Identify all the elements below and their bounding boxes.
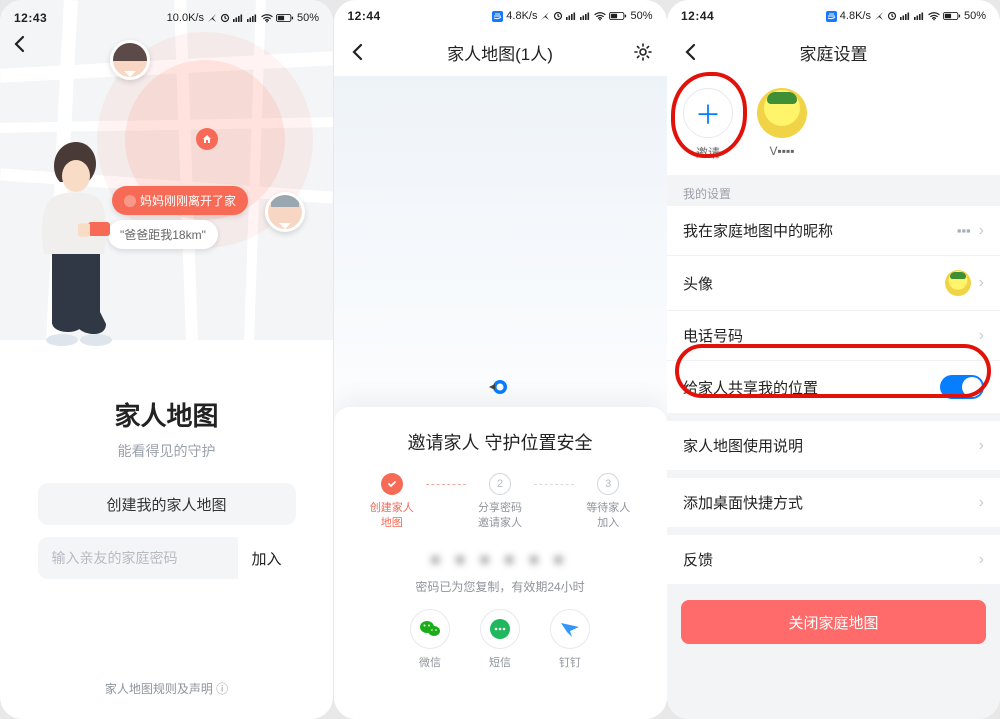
sms-icon bbox=[488, 617, 512, 641]
share-location-toggle[interactable] bbox=[940, 375, 984, 399]
invite-panel: 邀请家人 守护位置安全 创建家人 地图 2 分享密码 邀请家人 3 等待家人 加… bbox=[334, 407, 667, 719]
back-button[interactable] bbox=[346, 40, 370, 64]
step-3: 3 等待家人 加入 bbox=[574, 473, 643, 531]
cell-nickname[interactable]: 我在家庭地图中的昵称 ▪▪▪› bbox=[667, 206, 1000, 255]
cell-share-location: 给家人共享我的位置 bbox=[667, 360, 1000, 413]
alarm-icon bbox=[220, 13, 230, 23]
status-indicators: 4.8K/s 50% bbox=[826, 10, 986, 22]
nav-bar: 家人地图(1人) bbox=[334, 28, 667, 76]
cell-help[interactable]: 家人地图使用说明 › bbox=[667, 421, 1000, 470]
password-hint: 密码已为您复制，有效期24小时 bbox=[358, 578, 643, 595]
share-wechat-button[interactable]: 微信 bbox=[410, 609, 450, 670]
hero-illustration: 妈妈刚刚离开了家 "爸爸距我18km" bbox=[0, 0, 333, 340]
signal2-icon bbox=[247, 13, 258, 23]
page-title: 家人地图 bbox=[114, 396, 218, 433]
chevron-right-icon: › bbox=[979, 437, 984, 455]
wechat-icon bbox=[418, 617, 442, 641]
status-time: 12:43 bbox=[14, 11, 47, 25]
back-button[interactable] bbox=[679, 40, 703, 64]
nav-title: 家人地图(1人) bbox=[447, 40, 553, 65]
wifi-icon bbox=[261, 13, 273, 23]
step-2: 2 分享密码 邀请家人 bbox=[466, 473, 535, 531]
page-subtitle: 能看得见的守护 bbox=[118, 441, 216, 461]
location-icon bbox=[207, 13, 217, 23]
my-location-marker bbox=[489, 376, 511, 398]
woman-illustration bbox=[10, 130, 130, 350]
cell-feedback[interactable]: 反馈 › bbox=[667, 535, 1000, 584]
dad-avatar-pin bbox=[265, 192, 305, 232]
chevron-right-icon: › bbox=[979, 494, 984, 512]
home-pin-icon bbox=[196, 128, 218, 150]
family-password-input[interactable]: 输入亲友的家庭密码 bbox=[38, 548, 238, 568]
chevron-right-icon: › bbox=[979, 274, 984, 292]
mom-avatar-pin bbox=[110, 40, 150, 80]
nav-bar: 家庭设置 bbox=[667, 28, 1000, 76]
chevron-right-icon: › bbox=[979, 551, 984, 569]
member-avatar[interactable]: V▪▪▪▪ bbox=[757, 88, 807, 161]
gear-icon bbox=[633, 42, 653, 62]
invite-member-button[interactable]: ＋ 邀请 bbox=[683, 88, 733, 161]
bubble-mom-left-home: 妈妈刚刚离开了家 bbox=[112, 186, 248, 215]
avatar-icon bbox=[757, 88, 807, 138]
cell-phone[interactable]: 电话号码 › bbox=[667, 310, 1000, 360]
status-bar: 12:43 10.0K/s 50% bbox=[0, 4, 333, 32]
battery-icon bbox=[276, 13, 294, 23]
screen-invite-family: 12:44 4.8K/s 50% 家人地图(1人) 邀 bbox=[334, 0, 667, 719]
create-family-map-button[interactable]: 创建我的家人地图 bbox=[38, 483, 296, 525]
status-indicators: 10.0K/s 50% bbox=[167, 12, 319, 24]
screen-family-map-intro: 妈妈刚刚离开了家 "爸爸距我18km" 12:43 10.0K/s bbox=[0, 0, 333, 719]
close-family-map-button[interactable]: 关闭家庭地图 bbox=[681, 600, 986, 644]
join-row: 输入亲友的家庭密码 加入 bbox=[38, 537, 296, 579]
share-dingtalk-button[interactable]: 钉钉 bbox=[550, 609, 590, 670]
share-sms-button[interactable]: 短信 bbox=[480, 609, 520, 670]
panel-title: 邀请家人 守护位置安全 bbox=[358, 429, 643, 455]
chevron-right-icon: › bbox=[979, 222, 984, 240]
step-1: 创建家人 地图 bbox=[358, 473, 427, 531]
family-password-masked: ▪ ▪ ▪ ▪ ▪ ▪ bbox=[358, 549, 643, 572]
screen-family-settings: 12:44 4.8K/s 50% 家庭设置 ＋ 邀请 bbox=[667, 0, 1000, 719]
members-row: ＋ 邀请 V▪▪▪▪ bbox=[667, 76, 1000, 175]
status-indicators: 4.8K/s 50% bbox=[492, 10, 652, 22]
dingtalk-icon bbox=[558, 617, 582, 641]
rules-link[interactable]: 家人地图规则及声明 ⓘ bbox=[0, 680, 333, 697]
avatar-thumb bbox=[945, 270, 971, 296]
join-button[interactable]: 加入 bbox=[238, 537, 296, 579]
alipay-icon bbox=[492, 11, 503, 22]
section-my-settings: 我的设置 bbox=[667, 175, 1000, 206]
status-time: 12:44 bbox=[681, 9, 714, 23]
status-bar: 12:44 4.8K/s 50% bbox=[334, 0, 667, 28]
status-bar: 12:44 4.8K/s 50% bbox=[667, 0, 1000, 28]
status-time: 12:44 bbox=[348, 9, 381, 23]
signal-icon bbox=[233, 13, 244, 23]
steps-row: 创建家人 地图 2 分享密码 邀请家人 3 等待家人 加入 bbox=[358, 473, 643, 531]
chevron-right-icon: › bbox=[979, 327, 984, 345]
cell-avatar[interactable]: 头像 › bbox=[667, 255, 1000, 310]
settings-button[interactable] bbox=[631, 40, 655, 64]
back-button[interactable] bbox=[10, 34, 30, 54]
plus-icon: ＋ bbox=[683, 88, 733, 138]
check-icon bbox=[381, 473, 403, 495]
cell-shortcut[interactable]: 添加桌面快捷方式 › bbox=[667, 478, 1000, 527]
nav-title: 家庭设置 bbox=[800, 40, 868, 65]
